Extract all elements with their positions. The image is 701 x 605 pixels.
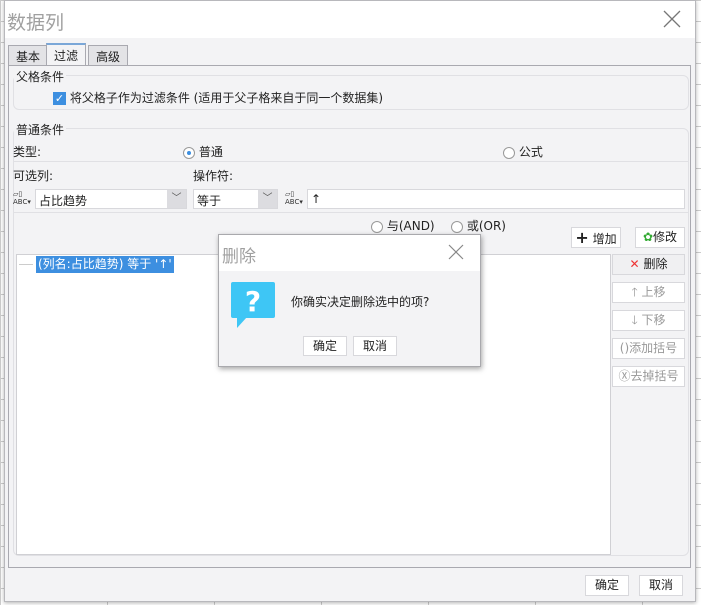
- column-select[interactable]: 占比趋势 ﹀: [35, 189, 187, 209]
- question-icon: ?: [231, 282, 275, 328]
- delete-x-icon: ✕: [629, 257, 640, 271]
- normal-condition-label: 普通条件: [14, 121, 67, 138]
- abc-type-icon[interactable]: ▱▯ ABC▾: [13, 190, 31, 206]
- type-radio-normal[interactable]: 普通: [183, 143, 223, 160]
- radio-icon: [371, 220, 383, 233]
- modal-title-bar: 删除: [219, 235, 480, 271]
- svg-text:?: ?: [245, 285, 261, 318]
- column-select-value: 占比趋势: [39, 194, 88, 208]
- modal-message: 你确实决定删除选中的项?: [291, 295, 430, 309]
- modify-button-label: 修改: [653, 230, 678, 244]
- type-label: 类型:: [13, 145, 42, 159]
- modify-button[interactable]: ✿修改: [635, 227, 685, 248]
- add-button[interactable]: + 增加: [571, 227, 621, 248]
- parent-filter-checkbox[interactable]: ✓ 将父格子作为过滤条件 (适用于父子格来自于同一个数据集): [53, 89, 383, 106]
- close-icon[interactable]: [663, 10, 681, 28]
- add-bracket-button[interactable]: ()添加括号: [612, 338, 685, 359]
- move-down-button[interactable]: 🡓 下移: [612, 310, 685, 331]
- move-up-label: 上移: [641, 285, 666, 299]
- modal-cancel-button[interactable]: 取消: [353, 336, 397, 356]
- remove-bracket-button[interactable]: Ⓧ去掉括号: [612, 366, 685, 387]
- add-button-label: 增加: [592, 232, 617, 246]
- arrow-down-icon: 🡓: [631, 313, 638, 327]
- checkbox-checked-icon: ✓: [53, 92, 66, 105]
- delete-confirm-dialog: 删除 ? 你确实决定删除选中的项? 确定 取消: [218, 234, 481, 367]
- divider: [14, 212, 689, 213]
- tab-filter[interactable]: 过滤: [46, 43, 87, 66]
- tab-basic[interactable]: 基本: [8, 45, 49, 66]
- chevron-down-icon[interactable]: ﹀: [258, 190, 277, 208]
- tab-advanced[interactable]: 高级: [88, 45, 129, 66]
- radio-selected-icon: [183, 146, 195, 159]
- operator-label: 操作符:: [193, 169, 234, 183]
- cancel-button[interactable]: 取消: [639, 575, 683, 596]
- radio-label: 与(AND): [386, 219, 435, 233]
- remove-bracket-icon: Ⓧ: [618, 369, 631, 383]
- add-bracket-label: 添加括号: [629, 341, 678, 355]
- logic-radio-or[interactable]: 或(OR): [451, 217, 506, 234]
- gear-edit-icon: ✿: [642, 230, 654, 244]
- delete-button-label: 删除: [643, 257, 668, 271]
- value-input[interactable]: ↑: [307, 189, 685, 209]
- radio-label: 或(OR): [466, 219, 506, 233]
- column-label: 可选列:: [13, 169, 54, 183]
- modal-ok-button[interactable]: 确定: [303, 336, 347, 356]
- move-down-label: 下移: [641, 313, 666, 327]
- modal-title: 删除: [222, 247, 256, 267]
- title-bar: 数据列: [5, 1, 695, 38]
- delete-button[interactable]: ✕ 删除: [612, 254, 685, 275]
- chevron-down-icon[interactable]: ﹀: [167, 190, 186, 208]
- radio-icon: [451, 220, 463, 233]
- type-radio-formula[interactable]: 公式: [503, 143, 543, 160]
- parent-filter-checkbox-label: 将父格子作为过滤条件 (适用于父子格来自于同一个数据集): [69, 91, 384, 105]
- logic-radio-and[interactable]: 与(AND): [371, 217, 435, 234]
- operator-select[interactable]: 等于 ﹀: [193, 189, 278, 209]
- remove-bracket-label: 去掉括号: [630, 369, 679, 383]
- operator-select-value: 等于: [197, 194, 222, 208]
- close-icon[interactable]: [448, 244, 464, 260]
- move-up-button[interactable]: 🡑 上移: [612, 282, 685, 303]
- radio-label: 公式: [518, 145, 543, 159]
- dialog-title: 数据列: [7, 12, 65, 34]
- condition-item[interactable]: (列名:占比趋势) 等于 '↑': [36, 256, 174, 273]
- tree-line: [19, 264, 33, 265]
- radio-label: 普通: [198, 145, 223, 159]
- bracket-icon: (): [619, 341, 630, 355]
- arrow-up-icon: 🡑: [631, 285, 638, 299]
- ok-button[interactable]: 确定: [585, 575, 629, 596]
- abc-type-icon[interactable]: ▱▯ ABC▾: [285, 190, 303, 206]
- parent-condition-label: 父格条件: [14, 68, 67, 85]
- radio-icon: [503, 146, 515, 159]
- plus-icon: +: [575, 228, 589, 247]
- divider: [14, 161, 689, 162]
